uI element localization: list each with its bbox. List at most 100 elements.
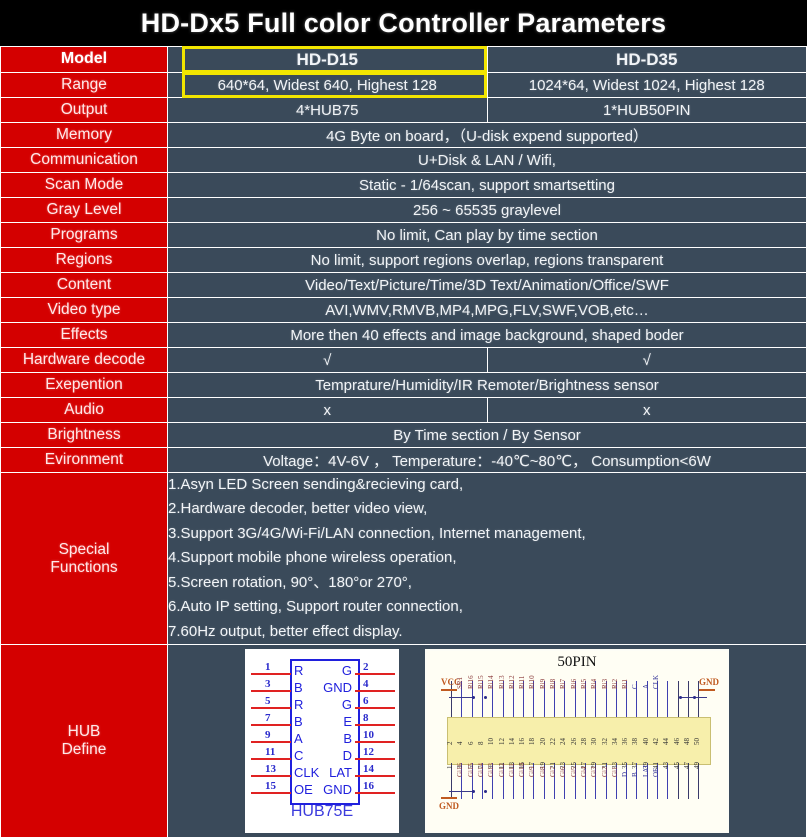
value-text: √ [323,351,332,369]
value-cell-model-a: HD-D15 [167,46,488,73]
value-cell-model-a: x [167,397,488,423]
table-row: Range 640*64, Widest 640, Highest 128 1024… [0,72,807,98]
hub75e-signal-left: R [294,663,304,679]
pin50-number-bottom: 35 [621,762,630,770]
pin50-signal-top: Ri8 [549,678,557,690]
table-row: Effects More then 40 effects and image ba… [0,322,807,348]
pin50-signal-top: Ri13 [497,675,506,690]
table-row: Video type AVI,WMV,RMVB,MP4,MPG,FLV,SWF,V… [0,297,807,323]
value-cell-model-a: √ [167,347,488,373]
hub75e-signal-left: CLK [294,765,320,781]
pin50-signal-bottom: Gi14 [476,763,485,778]
special-function-item: 7.60Hz output, better effect display. [168,622,403,640]
pin50-number-top: 4 [456,741,465,746]
row-label: Evironment [0,447,168,473]
row-label: Gray Level [0,197,168,223]
table-row: Scan Mode Static - 1/64scan, support smar… [0,172,807,198]
pin50-number-bottom: 1 [446,765,454,770]
value-cell-model-a: 640*64, Widest 640, Highest 128 [167,72,488,98]
hub75e-pin-number: 11 [265,746,276,759]
pin50-signal-bottom: Gi1 [610,766,619,778]
pin50-signal-top: Ri4 [590,678,599,690]
hub75e-pin-lead [251,758,291,761]
table-row: Evironment Voltage：4V-6V ， Temperature：-4… [0,447,807,473]
pin50-number-top: 32 [600,738,609,746]
table-row: Programs No limit, Can play by time secti… [0,222,807,248]
hub75e-pin-lead [251,724,291,727]
special-function-item: 2.Hardware decoder, better video view, [168,500,428,518]
row-label: Programs [0,222,168,248]
value-text: 640*64, Widest 640, Highest 128 [217,76,437,94]
table-row: Regions No limit, support regions overlap… [0,247,807,273]
pin50-junction-dot [484,790,487,794]
value-text: HD-D15 [296,49,358,69]
pin50-number-top: 48 [682,738,691,746]
pin50-number-top: 42 [652,738,660,746]
pin50-number-top: 30 [590,738,599,746]
pin50-number-top: 8 [476,741,485,746]
value-cell-shared: No limit, Can play by time section [167,222,807,248]
value-cell-shared: More then 40 effects and image backgroun… [167,322,807,348]
value-cell-shared: Video/Text/Picture/Time/3D Text/Animatio… [167,272,807,298]
pin50-signal-bottom: Gi7 [549,766,557,778]
pin50-signal-bottom: Gi6 [559,766,568,778]
hub75e-pin-number: 9 [265,729,271,742]
hub75e-caption: HUB75E [290,803,354,821]
value-text: x [323,401,332,419]
pin50-title: 50PIN [557,654,597,671]
table-row: Communication U+Disk & LAN / Wifi, [0,147,807,173]
pin50-signal-bottom: D [621,772,630,778]
hub75e-pin-lead [251,690,291,693]
pin50-signal-bottom: Gi12 [497,763,506,778]
pin50-signal-top: Ri1 [621,678,630,690]
row-label: Video type [0,297,168,323]
hub75e-pin-number: 10 [363,729,374,742]
hub75e-signal-right: G [341,663,352,679]
pin50-junction-dot [472,790,475,794]
pin50-gnd-wire-bottom [449,791,473,793]
pin50-signal-bottom: LAT [641,764,650,778]
hub-label-line1: HUB [67,723,101,741]
pin50-number-bottom: 49 [693,762,702,770]
hub75e-signal-right: E [343,714,352,730]
hub75e-pin-number: 13 [265,763,276,776]
pin50-number-top: 44 [662,738,671,746]
pin50-lead-top [687,681,689,718]
hub75e-signal-right: G [341,697,352,713]
pin50-signal-top: CLK [652,675,660,690]
pin50-diagram: 50PIN 2 1 4 3 6 5 8 7 10 9 12 11 14 13 16 15 18 17 20 19 22 21… [425,649,729,834]
row-label: Audio [0,397,168,423]
value-cell-shared: AVI,WMV,RMVB,MP4,MPG,FLV,SWF,VOB,etc… [167,297,807,323]
table-row: Model HD-D15 HD-D35 [0,46,807,73]
pin50-gnd-bar-top [699,689,715,692]
hub75e-pin-lead [355,741,395,744]
pin50-number-top: 20 [538,738,547,746]
pin50-gnd-bar-bottom [441,797,457,800]
pin50-lead-top [677,681,679,718]
special-label-line1: Special [58,540,110,558]
pin50-number-bottom: 43 [662,762,671,770]
hub75e-signal-left: A [294,731,303,747]
pin50-gnd-label-bottom: GND [439,801,459,812]
special-function-item: 4.Support mobile phone wireless operatio… [168,549,457,567]
hub75e-signal-right: D [342,748,352,764]
special-functions-row: Special Functions 1.Asyn LED Screen sendin… [0,471,807,646]
pin50-gnd-label-top: GND [699,677,719,688]
hub75e-pin-number: 14 [363,763,374,776]
hub75e-pin-lead [251,741,291,744]
special-function-item: 3.Support 3G/4G/Wi-Fi/LAN connection, In… [168,524,586,542]
pin50-signal-bottom: Gi9 [528,766,537,778]
hub75e-pin-lead [251,707,291,710]
pin50-signal-top: Ri15 [476,675,485,690]
pin50-signal-top: Ri14 [487,675,496,690]
hub-diagrams-cell: 1 2 R G 3 4 B GND 5 6 R G 7 8 B E 9 10 A B 11 12 C D 13 14 CLK LAT 1… [167,644,807,838]
pin50-signal-top: Ri9 [538,678,547,690]
hub75e-pin-number: 15 [265,780,276,793]
value-text: 4*HUB75 [295,101,359,119]
value-cell-shared: U+Disk & LAN / Wifi, [167,147,807,173]
pin50-signal-bottom: Gi11 [507,763,516,778]
hub75e-pin-number: 12 [363,746,374,759]
pin50-signal-top: Ri7 [559,678,568,690]
table-row: Hardware decode √ √ [0,347,807,373]
table-row: Brightness By Time section / By Sensor [0,422,807,448]
